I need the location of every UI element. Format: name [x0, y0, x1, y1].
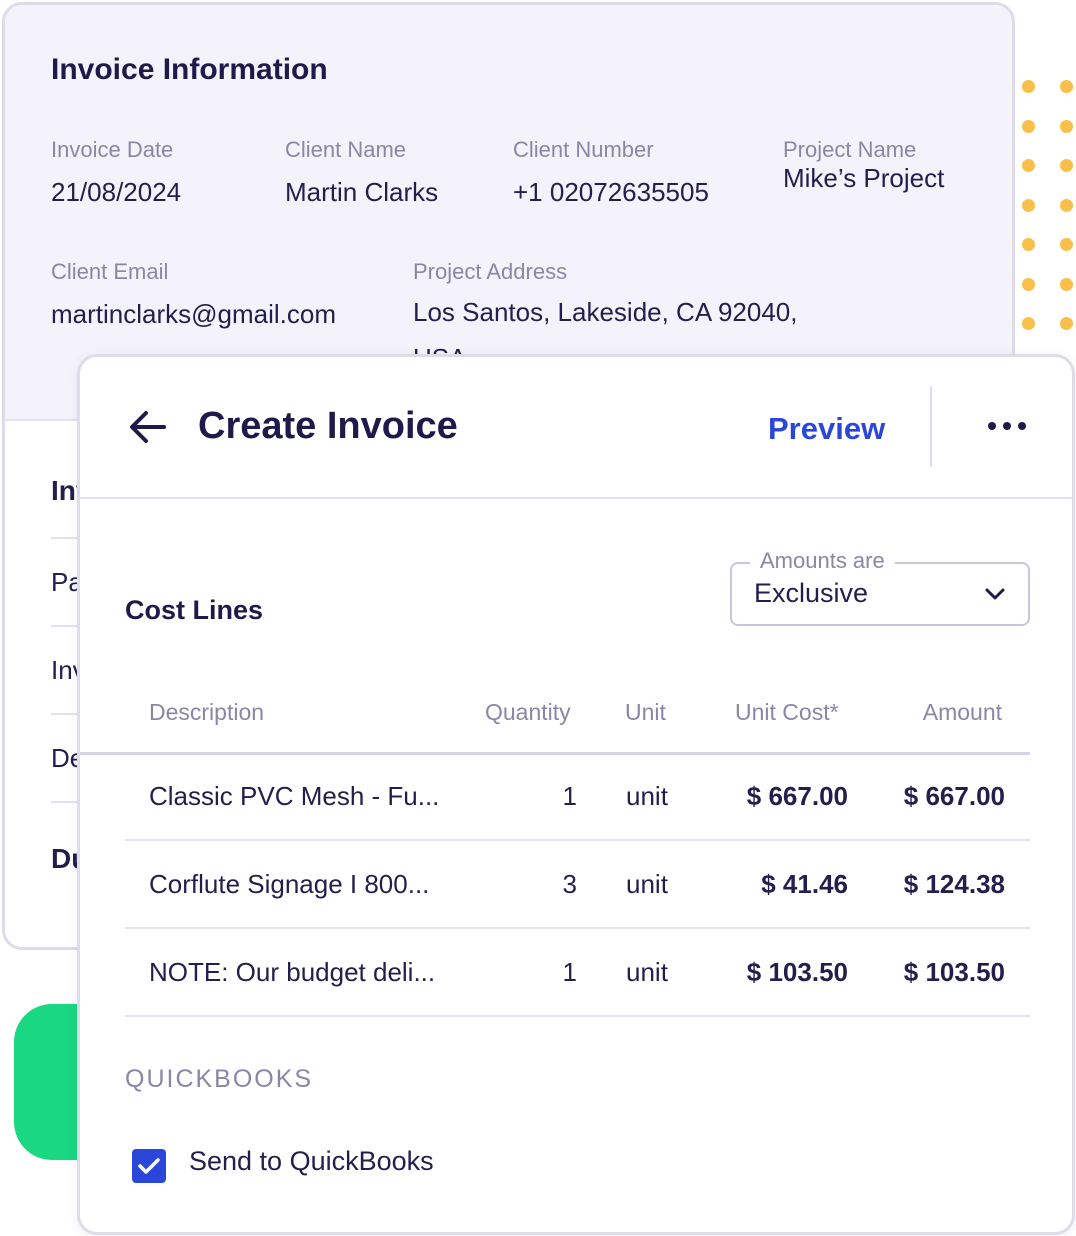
decorative-dot: [1060, 80, 1073, 93]
decorative-dot: [1060, 277, 1073, 291]
decorative-dot: [1022, 198, 1035, 212]
client-number-value: +1 02072635505: [513, 177, 709, 207]
project-address-label: Project Address: [413, 259, 568, 284]
client-number-label: Client Number: [513, 137, 654, 162]
invoice-date-label: Invoice Date: [51, 137, 174, 162]
row-unit-cost: $ 41.46: [761, 869, 848, 899]
create-invoice-panel: Create Invoice Preview Cost Lines Amount…: [77, 354, 1075, 1235]
decorative-dot: [1022, 238, 1035, 251]
invoice-date-field: Invoice Date 21/08/2024: [51, 137, 181, 208]
decorative-dot: [1022, 119, 1035, 133]
header-divider: [930, 387, 932, 467]
row-amount: $ 667.00: [903, 781, 1005, 811]
send-to-quickbooks-checkbox[interactable]: [132, 1149, 166, 1183]
decorative-dot: [1060, 119, 1073, 133]
row-description: NOTE: Our budget deli...: [149, 957, 436, 987]
column-header-quantity[interactable]: Quantity: [485, 699, 571, 726]
client-number-field: Client Number +1 02072635505: [513, 137, 709, 208]
column-header-unit[interactable]: Unit: [625, 699, 666, 726]
column-header-amount[interactable]: Amount: [923, 699, 1002, 726]
quickbooks-section-title: QUICKBOOKS: [125, 1065, 314, 1093]
table-row[interactable]: NOTE: Our budget deli... 1 unit $ 103.50…: [125, 931, 1030, 1017]
row-unit-cost: $ 667.00: [746, 781, 848, 811]
client-email-value: martinclarks@gmail.com: [51, 299, 336, 329]
client-email-label: Client Email: [51, 259, 169, 284]
row-unit: unit: [626, 781, 668, 811]
row-description: Corflute Signage I 800...: [149, 869, 430, 899]
decorative-dot: [1060, 159, 1073, 172]
amounts-are-select[interactable]: Amounts are Exclusive: [730, 548, 1030, 626]
row-quantity: 1: [562, 781, 577, 811]
page-title: Create Invoice: [198, 405, 458, 447]
row-amount: $ 103.50: [903, 957, 1005, 987]
row-unit: unit: [626, 957, 668, 987]
project-name-value: Mike’s Project: [783, 163, 945, 193]
chevron-down-icon: [985, 588, 1005, 600]
column-header-description[interactable]: Description: [149, 699, 264, 726]
arrow-left-icon[interactable]: [128, 409, 168, 445]
create-invoice-header: Create Invoice Preview: [80, 357, 1072, 499]
checkmark-icon: [138, 1158, 160, 1174]
decorative-dot: [1022, 159, 1035, 172]
decorative-dot: [1022, 80, 1035, 93]
cost-lines-title: Cost Lines: [125, 595, 264, 625]
amounts-are-label: Amounts are: [750, 548, 895, 574]
project-name-label: Project Name: [783, 137, 917, 162]
decorative-dot: [1060, 238, 1073, 251]
row-quantity: 3: [562, 869, 577, 899]
decorative-dots: [1022, 80, 1076, 340]
project-name-field: Project Name Mike’s Project: [783, 137, 944, 194]
client-name-label: Client Name: [285, 137, 407, 162]
decorative-dot: [1060, 198, 1073, 212]
row-unit-cost: $ 103.50: [746, 957, 848, 987]
row-unit: unit: [626, 869, 668, 899]
column-header-unit-cost[interactable]: Unit Cost*: [735, 699, 839, 726]
invoice-information-title: Invoice Information: [51, 53, 328, 86]
more-horizontal-icon[interactable]: [980, 413, 1034, 439]
client-name-value: Martin Clarks: [285, 177, 439, 207]
decorative-dot: [1060, 317, 1073, 330]
decorative-dot: [1022, 317, 1035, 330]
amounts-are-value: Exclusive: [754, 578, 869, 608]
decorative-dot: [1022, 277, 1035, 291]
preview-button[interactable]: Preview: [768, 411, 885, 447]
row-amount: $ 124.38: [903, 869, 1005, 899]
row-quantity: 1: [562, 957, 577, 987]
client-name-field: Client Name Martin Clarks: [285, 137, 438, 208]
send-to-quickbooks-label[interactable]: Send to QuickBooks: [189, 1146, 434, 1177]
table-row[interactable]: Classic PVC Mesh - Fu... 1 unit $ 667.00…: [125, 755, 1030, 841]
table-row[interactable]: Corflute Signage I 800... 3 unit $ 41.46…: [125, 843, 1030, 929]
client-email-field: Client Email martinclarks@gmail.com: [51, 259, 336, 330]
invoice-date-value: 21/08/2024: [51, 177, 182, 207]
row-description: Classic PVC Mesh - Fu...: [149, 781, 440, 811]
